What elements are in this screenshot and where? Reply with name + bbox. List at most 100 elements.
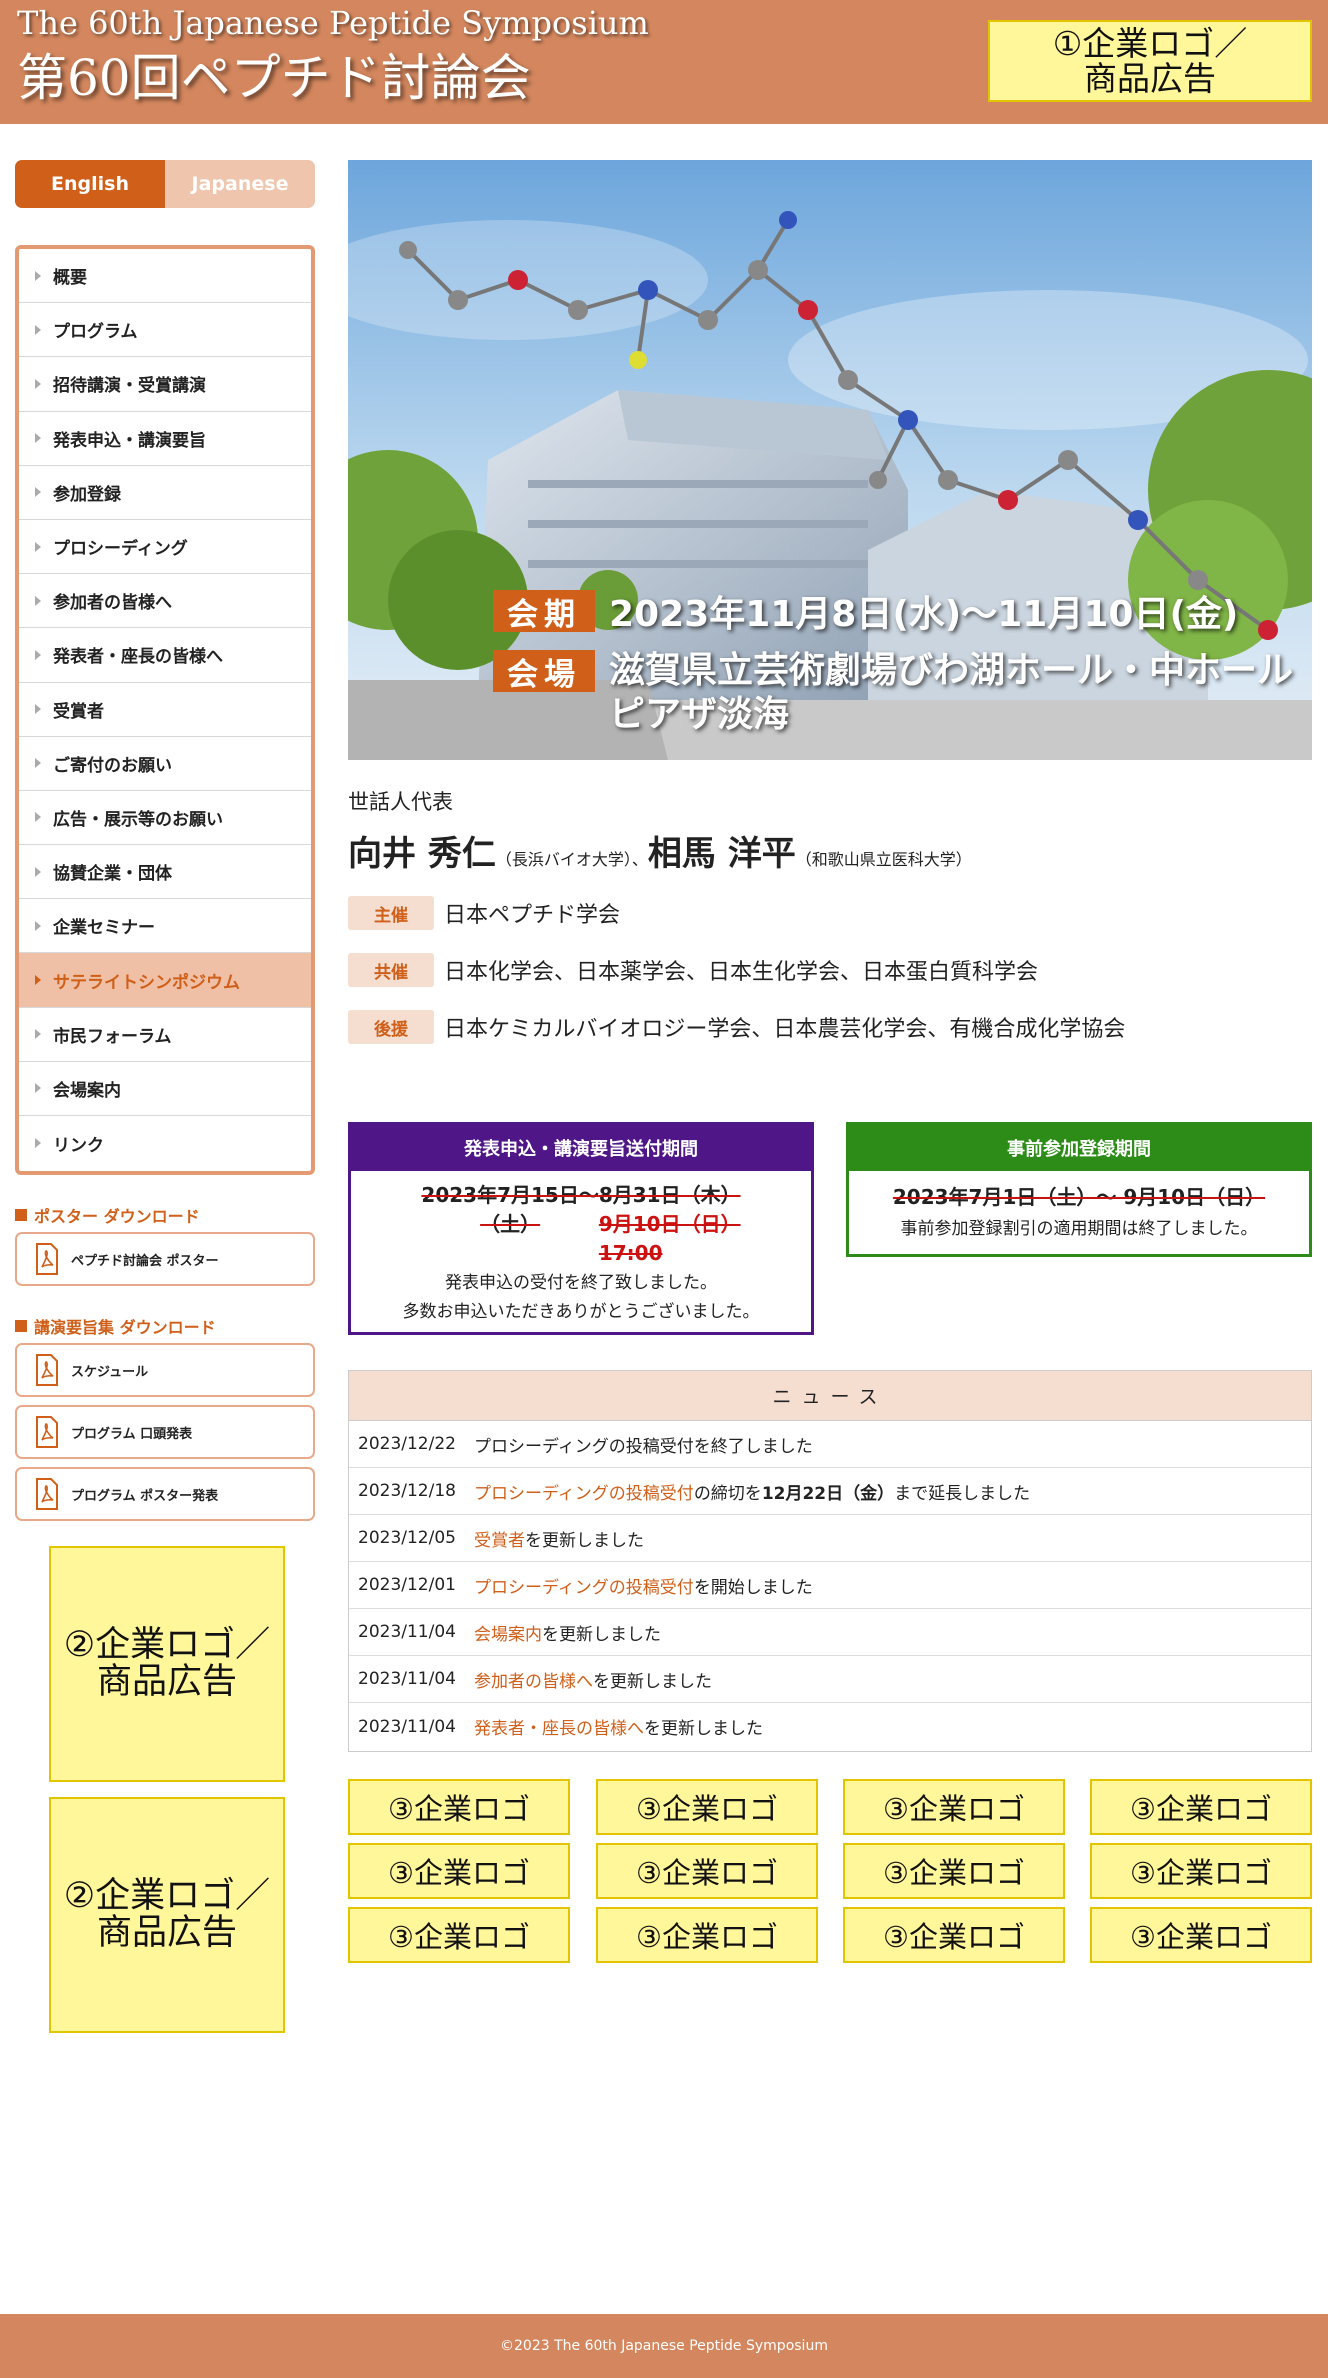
sidebar-item-label: 発表申込・講演要旨 (53, 430, 206, 451)
caret-right-icon (35, 595, 41, 606)
hero-period-label: 会期 (493, 590, 595, 633)
sponsor-logo-ad[interactable]: ③企業ロゴ (348, 1907, 570, 1963)
cohost-row: 共催 日本化学会、日本薬学会、日本生化学会、日本蛋白質科学会 (348, 953, 1038, 987)
organizer-label: 世話人代表 (348, 790, 453, 814)
news-date: 2023/11/04 (358, 1622, 456, 1642)
sidebar-item-label: 市民フォーラム (53, 1026, 172, 1047)
language-japanese-button[interactable]: Japanese (165, 160, 315, 208)
oral-program-download-button[interactable]: プログラム 口頭発表 (15, 1405, 315, 1459)
organizer-name-2: 相馬 洋平 (647, 834, 796, 874)
sidebar-item-label: 招待講演・受賞講演 (53, 376, 206, 397)
site-title-en[interactable]: The 60th Japanese Peptide Symposium (17, 4, 649, 42)
submission-period-dates: 2023年7月15日〜 （土） 8月31日（木） 9月10日（日） 17:00 (351, 1181, 811, 1268)
language-english-button[interactable]: English (15, 160, 165, 208)
sidebar-item-awardees[interactable]: 受賞者 (19, 683, 311, 737)
news-item: 2023/12/22 プロシーディングの投稿受付を終了しました (349, 1421, 1311, 1468)
registration-period-box: 事前参加登録期間 2023年7月1日（土）〜 9月10日（日） 事前参加登録割引… (846, 1122, 1312, 1257)
caret-right-icon (35, 975, 41, 986)
hero-period-value: 2023年11月8日(水)〜11月10日(金) (609, 594, 1239, 635)
sidebar-item-label: ご寄付のお願い (53, 755, 172, 776)
sponsor-logo-ad[interactable]: ③企業ロゴ (596, 1779, 818, 1835)
caret-right-icon (35, 1083, 41, 1094)
news-link-participants[interactable]: 参加者の皆様へ (474, 1667, 593, 1692)
caret-right-icon (35, 758, 41, 769)
poster-download-heading-label: ポスター ダウンロード (34, 1207, 200, 1226)
sponsor-logo-ad[interactable]: ③企業ロゴ (1090, 1843, 1312, 1899)
sidebar-item-seminars[interactable]: 企業セミナー (19, 899, 311, 954)
news-item: 2023/11/04 発表者・座長の皆様へ を更新しました (349, 1703, 1311, 1750)
sidebar-item-label: 概要 (53, 268, 87, 289)
host-tag: 主催 (348, 896, 434, 930)
sidebar-item-participants[interactable]: 参加者の皆様へ (19, 574, 311, 629)
sponsor-logo-ad[interactable]: ③企業ロゴ (348, 1843, 570, 1899)
organizer-affiliation-1: （長浜バイオ大学） (495, 850, 632, 869)
sidebar-item-advertising[interactable]: 広告・展示等のお願い (19, 791, 311, 846)
hero-venue-label: 会場 (493, 650, 595, 693)
poster-program-download-button[interactable]: プログラム ポスター発表 (15, 1467, 315, 1521)
news-link-venue[interactable]: 会場案内 (474, 1620, 542, 1645)
cohost-text: 日本化学会、日本薬学会、日本生化学会、日本蛋白質科学会 (444, 960, 1039, 985)
submission-note-1: 発表申込の受付を終了致しました。 (445, 1273, 717, 1293)
submission-period-title: 発表申込・講演要旨送付期間 (351, 1125, 811, 1171)
ad-side-line1: ②企業ロゴ／ (63, 1876, 271, 1916)
sponsor-logo-ad[interactable]: ③企業ロゴ (596, 1907, 818, 1963)
registration-period-dates-row: 2023年7月1日（土）〜 9月10日（日） (849, 1181, 1309, 1210)
sidebar-item-overview[interactable]: 概要 (19, 249, 311, 304)
sidebar-item-label: 発表者・座長の皆様へ (53, 647, 223, 668)
sidebar-item-presenters[interactable]: 発表者・座長の皆様へ (19, 628, 311, 683)
caret-right-icon (35, 1029, 41, 1040)
sponsor-logo-ad[interactable]: ③企業ロゴ (1090, 1907, 1312, 1963)
support-tag: 後援 (348, 1010, 434, 1044)
poster-download-button[interactable]: ペプチド討論会 ポスター (15, 1232, 315, 1286)
sidebar-item-links[interactable]: リンク (19, 1116, 311, 1170)
news-date: 2023/12/05 (358, 1528, 456, 1548)
sidebar-item-sponsors[interactable]: 協賛企業・団体 (19, 845, 311, 900)
news-text-tail: まで延長しました (894, 1483, 1031, 1504)
submission-end-time: 17:00 (598, 1241, 663, 1265)
news-text: を更新しました (593, 1671, 712, 1692)
news-date: 2023/11/04 (358, 1669, 456, 1689)
news-link-awardees[interactable]: 受賞者 (474, 1526, 525, 1551)
submission-end-date-original: 8月31日（木） (598, 1183, 741, 1207)
caret-right-icon (35, 270, 41, 281)
news-text: を開始しました (693, 1577, 813, 1598)
caret-right-icon (35, 433, 41, 444)
sponsor-logo-ad[interactable]: ③企業ロゴ (843, 1779, 1065, 1835)
submission-start-day: （土） (480, 1212, 541, 1236)
sponsor-ad-side-1[interactable]: ②企業ロゴ／ 商品広告 (49, 1546, 285, 1782)
sidebar-item-program[interactable]: プログラム (19, 303, 311, 358)
sidebar-item-venue[interactable]: 会場案内 (19, 1062, 311, 1116)
submission-end-date-extended: 9月10日（日） (598, 1212, 741, 1236)
sidebar-item-public-forum[interactable]: 市民フォーラム (19, 1008, 311, 1062)
sponsor-ad-top[interactable]: ①企業ロゴ／ 商品広告 (988, 20, 1312, 102)
sponsor-logo-ad[interactable]: ③企業ロゴ (348, 1779, 570, 1835)
pdf-icon (36, 1416, 58, 1448)
schedule-download-button[interactable]: スケジュール (15, 1343, 315, 1397)
sidebar-item-label: プログラム (53, 322, 138, 343)
news-link-proceedings[interactable]: プロシーディングの投稿受付 (474, 1573, 694, 1598)
sidebar-item-label: 参加者の皆様へ (53, 593, 172, 614)
news-heading: ニュース (349, 1371, 1311, 1421)
news-link-presenters[interactable]: 発表者・座長の皆様へ (474, 1714, 644, 1739)
sidebar-item-label: 受賞者 (53, 701, 104, 722)
sponsor-ad-side-2[interactable]: ②企業ロゴ／ 商品広告 (49, 1797, 285, 2033)
registration-period-dates: 2023年7月1日（土）〜 9月10日（日） (892, 1185, 1266, 1209)
sidebar-item-satellite-symposium[interactable]: サテライトシンポジウム (19, 953, 311, 1008)
ad-top-line1: ①企業ロゴ／ (1052, 24, 1248, 63)
sponsor-logo-ad[interactable]: ③企業ロゴ (843, 1843, 1065, 1899)
submission-period-note: 発表申込の受付を終了致しました。 多数お申込いただきありがとうございました。 (351, 1269, 811, 1327)
sponsor-logo-ad[interactable]: ③企業ロゴ (1090, 1779, 1312, 1835)
sponsor-logo-ad[interactable]: ③企業ロゴ (596, 1843, 818, 1899)
sidebar-item-donations[interactable]: ご寄付のお願い (19, 737, 311, 791)
sponsor-logo-ad[interactable]: ③企業ロゴ (843, 1907, 1065, 1963)
site-title-jp[interactable]: 第60回ペプチド討論会 (17, 38, 531, 110)
sidebar-item-registration[interactable]: 参加登録 (19, 466, 311, 520)
sidebar-item-proceedings[interactable]: プロシーディング (19, 520, 311, 575)
sidebar-item-invited-lectures[interactable]: 招待講演・受賞講演 (19, 357, 311, 412)
news-date: 2023/12/18 (358, 1481, 456, 1501)
hero-venue-line1: 滋賀県立芸術劇場びわ湖ホール・中ホール (609, 650, 1294, 691)
host-text: 日本ペプチド学会 (444, 903, 621, 928)
hero-venue-line2: ピアザ淡海 (609, 694, 790, 735)
news-link-proceedings[interactable]: プロシーディングの投稿受付 (474, 1479, 694, 1504)
sidebar-item-submission[interactable]: 発表申込・講演要旨 (19, 412, 311, 466)
